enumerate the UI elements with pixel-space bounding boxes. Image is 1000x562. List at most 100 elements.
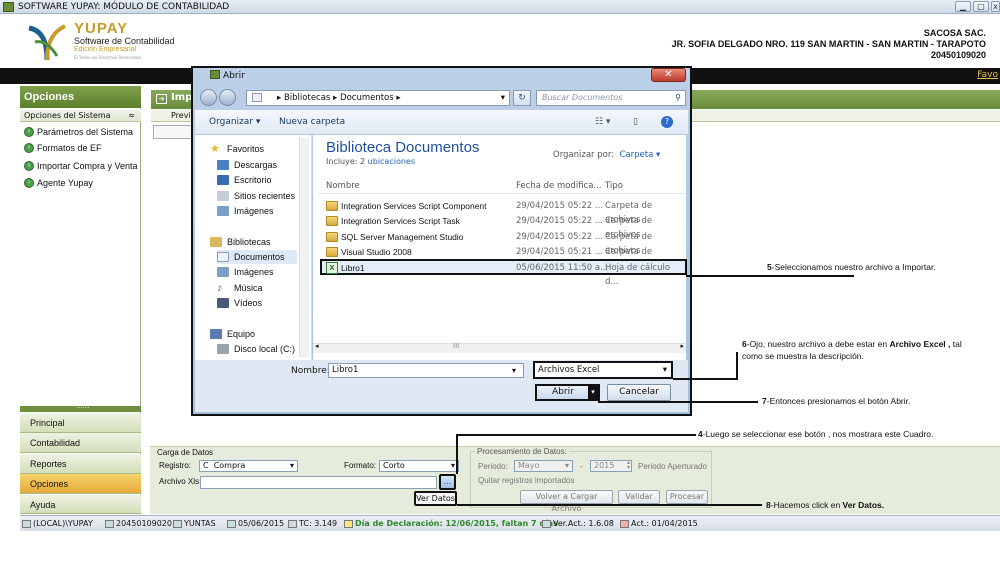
new-folder-button[interactable]: Nueva carpeta [279,117,345,127]
status-date: 05/06/2015 [227,516,284,532]
videos-icon [217,298,229,308]
sidebar-subheader-label: Opciones del Sistema [24,111,111,120]
nav-musica[interactable]: ♪ Música [217,281,263,295]
registro-select[interactable]: C Compra ▾ [199,460,298,472]
procesar-button[interactable]: Procesar [666,490,708,504]
annotation-8: 8-Hacemos click en Ver Datos. [766,499,884,511]
file-name: Libro1 [341,263,365,273]
sidebar-item-agente[interactable]: › Agente Yupay [24,176,93,190]
nav-principal[interactable]: Principal [20,413,141,433]
file-row[interactable]: Integration Services Script Component 29/… [324,199,686,225]
library-title: Biblioteca Documentos [326,139,480,156]
includes-link[interactable]: 2 ubicaciones [360,157,415,166]
sidebar-item-formatos[interactable]: › Formatos de EF [24,141,102,155]
logo-tagline: El Todos los Derechos Reservados [74,55,142,60]
back-arrow-icon[interactable] [200,89,217,106]
breadcrumb[interactable]: ▸ Bibliotecas ▸ Documentos ▸ [277,93,401,103]
annotation-7: 7-Entonces presionamos el botón Abrir. [762,395,910,407]
search-icon[interactable]: ⚲ [675,91,681,105]
nav-videos[interactable]: Vídeos [217,296,262,310]
nav-escritorio[interactable]: Escritorio [217,173,272,187]
file-row-selected[interactable]: X Libro1 05/06/2015 11:50 a... Hoja de cálc… [320,259,687,287]
sidebar-item-parametros[interactable]: › Parámetros del Sistema [24,125,133,139]
annotation-line-4 [456,434,696,436]
nav-imagenes-fav[interactable]: Imágenes [217,204,274,218]
filetype-select[interactable]: Archivos Excel ▾ [533,361,673,379]
status-declaracion: Día de Declaración: 12/06/2015, faltan 7… [344,516,558,532]
horizontal-scrollbar[interactable]: ◂ III ▸ [313,342,686,353]
formato-select[interactable]: Corto ▾ [379,460,459,472]
scroll-right-icon[interactable]: ▸ [680,342,684,350]
annotation-4: 4-Luego se seleccionar ese botón , nos m… [698,428,933,440]
nav-reportes[interactable]: Reportes [20,454,141,474]
sidebar-item-label: Agente Yupay [37,178,93,188]
filename-input[interactable]: Libro1 [328,363,524,378]
forward-arrow-icon[interactable] [219,89,236,106]
sidebar-splitter[interactable]: ...... [20,402,141,412]
cancel-button[interactable]: Cancelar [607,384,671,401]
nav-descargas[interactable]: Descargas [217,158,277,172]
dialog-title: Abrir [210,70,245,81]
column-header-date[interactable]: Fecha de modifica... [516,181,602,191]
file-row[interactable]: SQL Server Management Studio 29/04/2015 0… [324,230,686,256]
annotation-line-7 [598,401,758,403]
maximize-button[interactable]: □ [973,1,989,12]
view-options-icon[interactable]: ☷ ▾ [595,117,610,127]
year-stepper[interactable]: 2015 ▴ ▾ [590,460,632,472]
organize-menu[interactable]: Organizar ▾ [209,117,260,127]
building-icon [105,520,114,528]
chevron-down-icon[interactable]: ▾ [501,91,505,105]
browse-button[interactable]: ... [439,474,456,490]
recent-places-icon [217,191,229,201]
help-icon[interactable]: ? [661,116,673,128]
ver-datos-button[interactable]: Ver Datos [414,491,457,506]
month-select[interactable]: Mayo ▾ [514,460,573,472]
nav-favoritos[interactable]: ★ Favoritos [210,142,264,156]
minimize-button[interactable]: ▁ [955,1,971,12]
formato-value: Corto [383,461,405,470]
filename-dropdown-icon[interactable]: ▾ [512,366,516,375]
nav-sitios-recientes[interactable]: Sitios recientes [217,189,295,203]
nav-scrollbar[interactable] [299,137,309,357]
collapse-icon[interactable]: ≈ [128,109,135,122]
grip-dots: ...... [76,402,90,410]
organize-by-dropdown[interactable]: Carpeta ▾ [619,150,660,160]
open-split-arrow-icon[interactable]: ▾ [588,386,598,399]
annotation-6: 6-Ojo, nuestro archivo a debe estar en A… [742,338,1000,362]
preview-pane-icon[interactable]: ▯ [633,117,638,127]
app-icon [542,520,551,528]
desktop-icon [217,175,229,185]
file-row[interactable]: Integration Services Script Task 29/04/20… [324,214,686,240]
status-date-text: 05/06/2015 [238,519,285,528]
column-header-name[interactable]: Nombre [326,181,360,191]
favorites-link[interactable]: Favo [977,70,998,80]
annotation-8-bold: Ver Datos. [842,500,885,510]
nav-documentos[interactable]: Documentos [217,250,297,264]
sidebar-subheader[interactable]: Opciones del Sistema ≈ [20,109,141,122]
search-input[interactable]: Buscar Documentos ⚲ [536,90,686,106]
validar-button[interactable]: Validar [618,490,660,504]
dialog-toolbar [195,110,688,135]
column-header-type[interactable]: Tipo [605,181,623,191]
address-bar[interactable]: ▸ Bibliotecas ▸ Documentos ▸ ▾ [246,90,510,106]
status-tc-text: TC: 3.149 [299,519,338,528]
file-date: 29/04/2015 05:22 ... [516,216,603,226]
nav-ayuda[interactable]: Ayuda [20,495,141,514]
close-button[interactable]: x [991,1,1000,12]
scroll-thumb[interactable]: III [453,342,459,350]
sidebar-item-importar[interactable]: › Importar Compra y Venta [24,159,138,173]
nav-equipo[interactable]: Equipo [210,327,255,341]
refresh-button[interactable]: ↻ [513,90,531,106]
sidebar-item-label: Parámetros del Sistema [37,127,134,137]
nav-contabilidad[interactable]: Contabilidad [20,433,141,453]
file-row[interactable]: Visual Studio 2008 29/04/2015 05:21 ... Ca… [324,245,686,271]
scroll-left-icon[interactable]: ◂ [315,342,319,350]
nav-imagenes[interactable]: Imágenes [217,265,274,279]
period-status: Periodo Aperturado [638,462,707,471]
nav-disco-local[interactable]: Disco local (C:) [217,342,295,356]
dialog-close-button[interactable]: ✕ [651,68,686,82]
volver-cargar-button[interactable]: Volver a Cargar Archivo [520,490,613,513]
nav-bibliotecas[interactable]: Bibliotecas [210,235,271,249]
nav-opciones[interactable]: Opciones [20,474,141,494]
archivo-input[interactable] [200,476,437,489]
